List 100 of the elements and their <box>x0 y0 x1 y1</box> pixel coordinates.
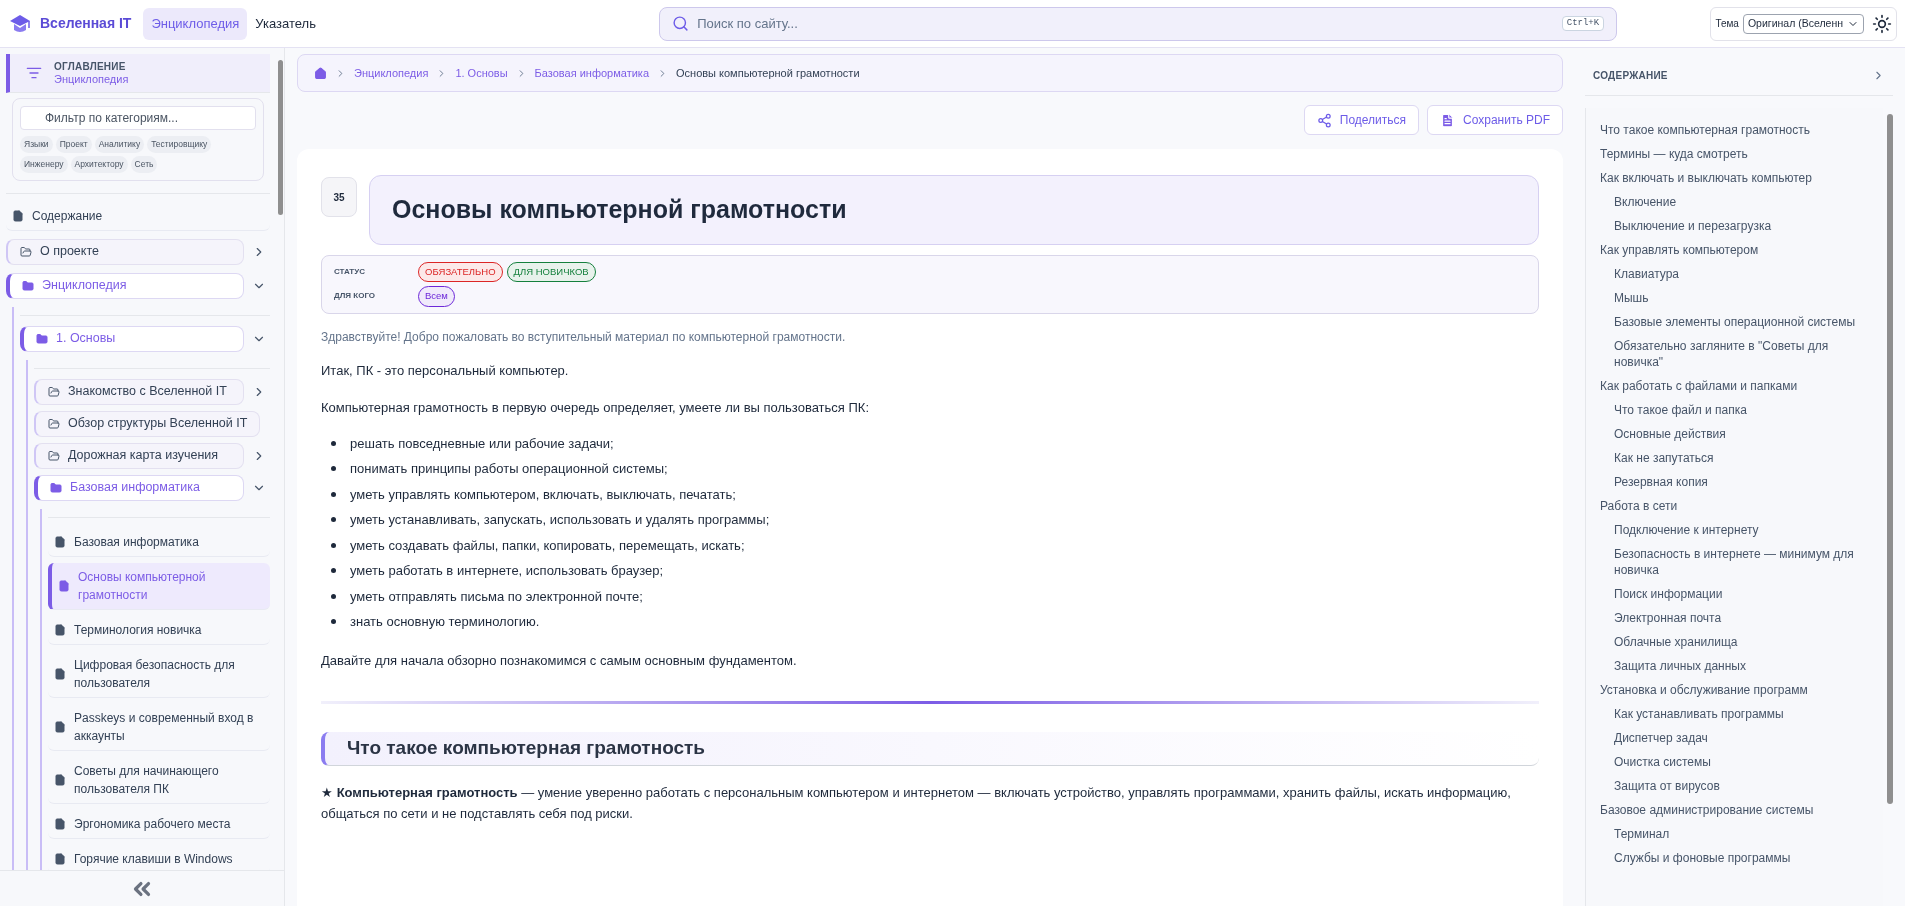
folder-icon <box>48 449 60 462</box>
bullet-icon <box>331 491 336 497</box>
action-button[interactable]: Сохранить PDF <box>1427 105 1563 135</box>
category-chip[interactable]: Аналитику <box>94 136 145 153</box>
toc-link[interactable]: Облачные хранилища <box>1600 630 1877 654</box>
toc-link[interactable]: Как не запутаться <box>1600 446 1877 470</box>
page-item[interactable]: Советы для начинающего пользователя ПК <box>48 756 270 804</box>
page-item[interactable]: Базовая информатика <box>48 527 270 557</box>
toc-link[interactable]: Резервная копия <box>1600 470 1877 494</box>
bullet-icon <box>331 593 336 599</box>
toc-link[interactable]: Как управлять компьютером <box>1600 238 1877 262</box>
page-item[interactable]: Эргономика рабочего места <box>48 809 270 839</box>
folder-item[interactable]: О проекте <box>6 238 244 265</box>
toc-link[interactable]: Основные действия <box>1600 422 1877 446</box>
document-icon <box>12 209 24 222</box>
page-item[interactable]: Цифровая безопасность для пользователя <box>48 650 270 698</box>
list-item: знать основную терминологию. <box>350 613 540 631</box>
toc-link[interactable]: Защита от вирусов <box>1600 774 1877 798</box>
action-button[interactable]: Поделиться <box>1303 105 1420 135</box>
document-icon <box>54 720 66 733</box>
bullet-icon <box>331 542 336 548</box>
status-tag: Всем <box>418 286 455 307</box>
folder-item[interactable]: 1. Основы <box>20 325 244 352</box>
shortcut-key: Ctrl+K <box>1561 15 1605 32</box>
toc-link[interactable]: Как включать и выключать компьютер <box>1600 166 1877 190</box>
toc-link[interactable]: Установка и обслуживание программ <box>1600 678 1877 702</box>
folder-item[interactable]: Обзор структуры Вселенной IT <box>34 410 261 437</box>
folder-icon <box>22 279 34 292</box>
toc-link[interactable]: Базовые элементы операционной системы <box>1600 310 1877 334</box>
folder-item[interactable]: Дорожная карта изучения <box>34 442 244 469</box>
status-tag: ОБЯЗАТЕЛЬНО <box>418 262 503 283</box>
breadcrumb-link[interactable]: Энциклопедия <box>354 64 429 82</box>
toc-link[interactable]: Очистка системы <box>1600 750 1877 774</box>
toc-heading: СОДЕРЖАНИЕ <box>1593 69 1668 83</box>
folder-icon <box>20 245 32 258</box>
folder-item[interactable]: Знакомство с Вселенной IT <box>34 378 244 405</box>
meta-label: СТАТУС <box>334 266 366 279</box>
breadcrumb-link[interactable]: Базовая информатика <box>534 64 649 82</box>
toc-link[interactable]: Клавиатура <box>1600 262 1877 286</box>
toc-link[interactable]: Защита личных данных <box>1600 654 1877 678</box>
toc-link[interactable]: Поиск информации <box>1600 582 1877 606</box>
search-field[interactable]: Поиск по сайту... Ctrl+K <box>659 6 1618 41</box>
category-chip[interactable]: Тестировщику <box>147 136 212 153</box>
search-icon <box>672 15 690 32</box>
document-icon <box>54 817 66 830</box>
toc-link[interactable]: Включение <box>1600 190 1877 214</box>
toc-link[interactable]: Как устанавливать программы <box>1600 702 1877 726</box>
paragraph: Давайте для начала обзорно познакомимся с самым основным фундаментом. <box>321 651 798 670</box>
article-title: Основы компьютерной грамотности <box>369 175 1539 245</box>
paragraph: Компьютерная грамотность в первую очередь определяет, умеете ли вы пользоваться ПК: <box>321 398 870 417</box>
nav-tab[interactable]: Энциклопедия <box>143 7 248 40</box>
toc-link[interactable]: Подключение к интернету <box>1600 518 1877 542</box>
folder-item[interactable]: Базовая информатика <box>34 474 244 501</box>
toc-link[interactable]: Как работать с файлами и папками <box>1600 374 1877 398</box>
toc-link[interactable]: Что такое файл и папка <box>1600 398 1877 422</box>
toc-link[interactable]: Службы и фоновые программы <box>1600 846 1877 870</box>
list-item: уметь управлять компьютером, включать, выключать, печатать; <box>350 485 736 504</box>
toc-link[interactable]: Базовое администрирование системы <box>1600 798 1877 822</box>
list-item: решать повседневные или рабочие задачи; <box>350 434 614 453</box>
category-chip[interactable]: Сеть <box>130 155 158 173</box>
toc-link[interactable]: Обязательно загляните в "Советы для новичка" <box>1600 334 1877 374</box>
toc-link[interactable]: Электронная почта <box>1600 606 1877 630</box>
list-icon <box>26 65 42 81</box>
category-chip[interactable]: Языки <box>20 136 53 153</box>
page-item[interactable]: Основы компьютерной грамотности <box>48 562 270 610</box>
toc-link[interactable]: Работа в сети <box>1600 494 1877 518</box>
search-input[interactable]: Поиск по сайту... <box>697 13 1554 34</box>
toc-link[interactable]: Выключение и перезагрузка <box>1600 214 1877 238</box>
logo-text: Вселенная IT <box>40 14 132 33</box>
document-icon <box>54 773 66 786</box>
category-chip[interactable]: Архитектору <box>70 155 128 173</box>
intro-text: Здравствуйте! Добро пожаловать во вступительный материал по компьютерной грамотности. <box>321 328 847 346</box>
toc-link[interactable]: Терминал <box>1600 822 1877 846</box>
toc-link[interactable]: Диспетчер задач <box>1600 726 1877 750</box>
breadcrumb-link[interactable]: Основы компьютерной грамотности <box>676 64 860 82</box>
breadcrumb-link[interactable]: 1. Основы <box>455 64 508 82</box>
filter-field[interactable]: Фильтр по категориям... <box>20 106 256 130</box>
bullet-icon <box>331 466 336 472</box>
list-item: уметь работать в интернете, использовать браузер; <box>350 562 664 580</box>
toc-link[interactable]: Безопасность в интернете — минимум для новичка <box>1600 542 1877 582</box>
nav-tab[interactable]: Указатель <box>247 7 324 40</box>
toc-link[interactable]: Что такое компьютерная грамотность <box>1600 118 1877 142</box>
toc-link[interactable]: Мышь <box>1600 286 1877 310</box>
toc-subtitle: Энциклопедия <box>54 73 129 86</box>
folder-item[interactable]: Энциклопедия <box>6 272 244 299</box>
page-item[interactable]: Passkeys и современный вход в аккаунты <box>48 703 270 751</box>
document-icon <box>54 667 66 680</box>
folder-icon <box>48 385 60 398</box>
list-item: понимать принципы работы операционной системы; <box>350 460 668 478</box>
list-item: уметь создавать файлы, папки, копировать, перемещать, искать; <box>350 536 745 555</box>
home-icon[interactable] <box>314 66 327 80</box>
page-item[interactable]: Содержание <box>6 201 270 231</box>
sun-icon[interactable] <box>1872 13 1892 34</box>
folder-icon <box>50 481 62 494</box>
paragraph: Итак, ПК - это персональный компьютер. <box>321 361 570 380</box>
toc-link[interactable]: Термины — куда смотреть <box>1600 142 1877 166</box>
category-chip[interactable]: Проект <box>55 136 92 153</box>
category-chip[interactable]: Инженеру <box>20 155 68 173</box>
page-item[interactable]: Терминология новичка <box>48 615 270 645</box>
theme-select[interactable]: Оригинал (Вселенн <box>1742 13 1864 34</box>
